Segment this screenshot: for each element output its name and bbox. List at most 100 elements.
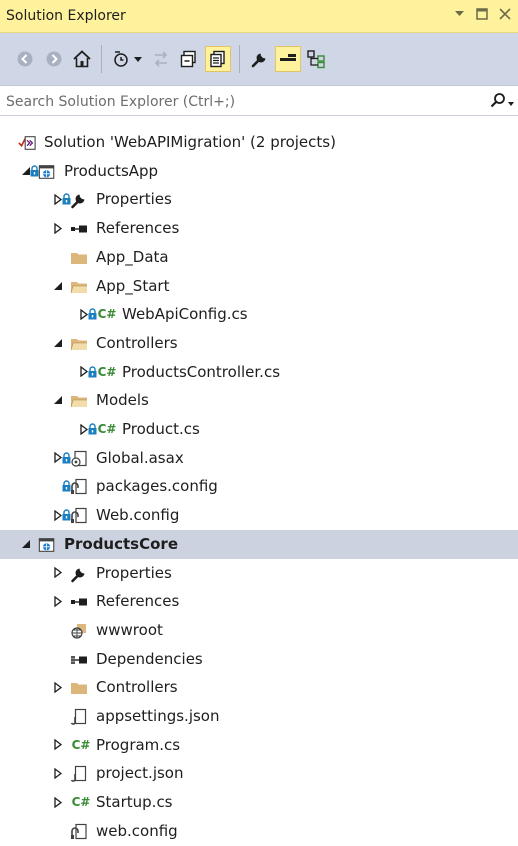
tree-item-web-config[interactable]: Web.config bbox=[0, 501, 518, 530]
forward-icon[interactable] bbox=[41, 46, 67, 72]
tree-item-label: Web.config bbox=[96, 506, 180, 525]
tree-item-properties[interactable]: Properties bbox=[0, 185, 518, 214]
expanded-arrow-icon[interactable] bbox=[52, 280, 64, 292]
config-file-icon bbox=[70, 507, 88, 525]
search-dropdown-icon[interactable] bbox=[508, 94, 514, 110]
collapsed-arrow-icon[interactable] bbox=[52, 739, 64, 751]
tree-item-startup-cs[interactable]: C# Startup.cs bbox=[0, 788, 518, 817]
tree-item-label: Controllers bbox=[96, 678, 178, 697]
tree-item-label: Startup.cs bbox=[96, 793, 173, 812]
tree-item-program-cs[interactable]: C# Program.cs bbox=[0, 731, 518, 760]
tree-item-label: project.json bbox=[96, 764, 184, 783]
tree-item-label: ProductsApp bbox=[64, 161, 159, 180]
back-icon[interactable] bbox=[12, 46, 38, 72]
tree-item-dependencies[interactable]: Dependencies bbox=[0, 645, 518, 674]
sync-with-active-document-icon[interactable] bbox=[148, 46, 174, 72]
collapsed-arrow-icon[interactable] bbox=[52, 767, 64, 779]
toolbar bbox=[0, 33, 518, 86]
tree-item-label: Properties bbox=[96, 190, 172, 209]
class-view-icon[interactable] bbox=[303, 46, 329, 72]
source-control-lock-icon bbox=[88, 308, 97, 320]
tree-item-packages-config[interactable]: packages.config bbox=[0, 472, 518, 501]
tree-item-label: Solution 'WebAPIMigration' (2 projects) bbox=[44, 133, 336, 151]
tree-item-label: Global.asax bbox=[96, 448, 184, 467]
config-file-icon bbox=[70, 478, 88, 496]
tree-item-properties[interactable]: Properties bbox=[0, 559, 518, 588]
tree-item-productscore[interactable]: ProductsCore bbox=[0, 529, 518, 559]
search-bar bbox=[0, 86, 518, 117]
search-icon[interactable] bbox=[490, 92, 506, 112]
wrench-icon bbox=[70, 191, 88, 209]
collapsed-arrow-icon[interactable] bbox=[52, 796, 64, 808]
tree-item-label: web.config bbox=[96, 821, 178, 840]
tree-item-controllers[interactable]: Controllers bbox=[0, 673, 518, 702]
tree-item-label: Program.cs bbox=[96, 735, 181, 754]
wrench-icon bbox=[70, 565, 88, 583]
pending-changes-dropdown-icon[interactable] bbox=[131, 46, 145, 72]
tree-item-label: appsettings.json bbox=[96, 707, 220, 725]
tree-item-global-asax[interactable]: Global.asax bbox=[0, 444, 518, 473]
tree-item-label: Dependencies bbox=[96, 649, 203, 668]
tree-item-wwwroot[interactable]: wwwroot bbox=[0, 616, 518, 645]
search-options[interactable] bbox=[490, 92, 514, 112]
folder-open-icon bbox=[70, 278, 88, 296]
window-title: Solution Explorer bbox=[6, 8, 126, 24]
tree-item-appsettings-json[interactable]: appsettings.json bbox=[0, 702, 518, 731]
tree-item-models[interactable]: Models bbox=[0, 386, 518, 415]
close-icon[interactable] bbox=[498, 7, 512, 21]
tree-item-productscontroller-cs[interactable]: C# ProductsController.cs bbox=[0, 358, 518, 387]
csharp-file-icon: C# bbox=[97, 364, 117, 379]
collapsed-arrow-icon[interactable] bbox=[52, 222, 64, 234]
tree-item-label: App_Data bbox=[96, 247, 169, 266]
tree-item-label: WebApiConfig.cs bbox=[122, 305, 248, 324]
home-icon[interactable] bbox=[69, 46, 95, 72]
preview-selected-items-icon[interactable] bbox=[275, 46, 301, 72]
toolbar-separator bbox=[239, 45, 240, 73]
tree-item-app-start[interactable]: App_Start bbox=[0, 272, 518, 301]
collapsed-arrow-icon[interactable] bbox=[52, 681, 64, 693]
expanded-arrow-icon[interactable] bbox=[52, 394, 64, 406]
properties-icon[interactable] bbox=[247, 46, 273, 72]
title-bar: Solution Explorer bbox=[0, 0, 518, 33]
config-file-icon bbox=[70, 823, 88, 841]
json-file-icon bbox=[70, 708, 88, 726]
maximize-icon[interactable] bbox=[475, 7, 489, 21]
dependencies-icon bbox=[70, 651, 88, 669]
web-project-icon bbox=[38, 536, 56, 554]
source-control-lock-icon bbox=[88, 365, 97, 378]
tree-item-label: Product.cs bbox=[122, 420, 200, 438]
tree-item-label: ProductsCore bbox=[64, 534, 178, 553]
toolbar-separator bbox=[101, 45, 102, 73]
collapse-all-icon[interactable] bbox=[176, 46, 202, 72]
web-project-icon bbox=[38, 163, 56, 181]
csharp-file-icon: C# bbox=[97, 422, 117, 436]
tree-item-references[interactable]: References bbox=[0, 587, 518, 616]
collapsed-arrow-icon[interactable] bbox=[52, 595, 64, 607]
tree-item-project-json[interactable]: project.json bbox=[0, 759, 518, 788]
tree-item-label: References bbox=[96, 219, 180, 238]
tree-item-webapiconfig-cs[interactable]: C# WebApiConfig.cs bbox=[0, 300, 518, 329]
tree-item-label: References bbox=[96, 592, 180, 611]
tree-item-references[interactable]: References bbox=[0, 214, 518, 243]
tree-item-web-config[interactable]: web.config bbox=[0, 817, 518, 846]
window-position-dropdown-icon[interactable] bbox=[452, 7, 466, 21]
folder-icon bbox=[70, 679, 88, 697]
expanded-arrow-icon[interactable] bbox=[52, 337, 64, 349]
tree-item-app-data[interactable]: App_Data bbox=[0, 243, 518, 272]
search-input[interactable] bbox=[0, 86, 488, 117]
expanded-arrow-icon[interactable] bbox=[20, 538, 32, 550]
show-all-files-icon[interactable] bbox=[205, 46, 231, 72]
tree-item-label: packages.config bbox=[96, 477, 218, 496]
tree-item-label: wwwroot bbox=[96, 620, 163, 639]
collapsed-arrow-icon[interactable] bbox=[52, 567, 64, 579]
tree-item-productsapp[interactable]: ProductsApp bbox=[0, 157, 518, 186]
tree-item-product-cs[interactable]: C# Product.cs bbox=[0, 415, 518, 444]
folder-open-icon bbox=[70, 392, 88, 410]
tree-item-label: Controllers bbox=[96, 333, 178, 352]
global-asax-icon bbox=[70, 450, 88, 468]
csharp-file-icon: C# bbox=[97, 307, 117, 322]
csharp-file-icon: C# bbox=[71, 737, 91, 752]
tree-item-solution-webapimigration-2-projects[interactable]: Solution 'WebAPIMigration' (2 projects) bbox=[0, 128, 518, 157]
tree-item-controllers[interactable]: Controllers bbox=[0, 329, 518, 358]
csharp-file-icon: C# bbox=[71, 795, 91, 810]
